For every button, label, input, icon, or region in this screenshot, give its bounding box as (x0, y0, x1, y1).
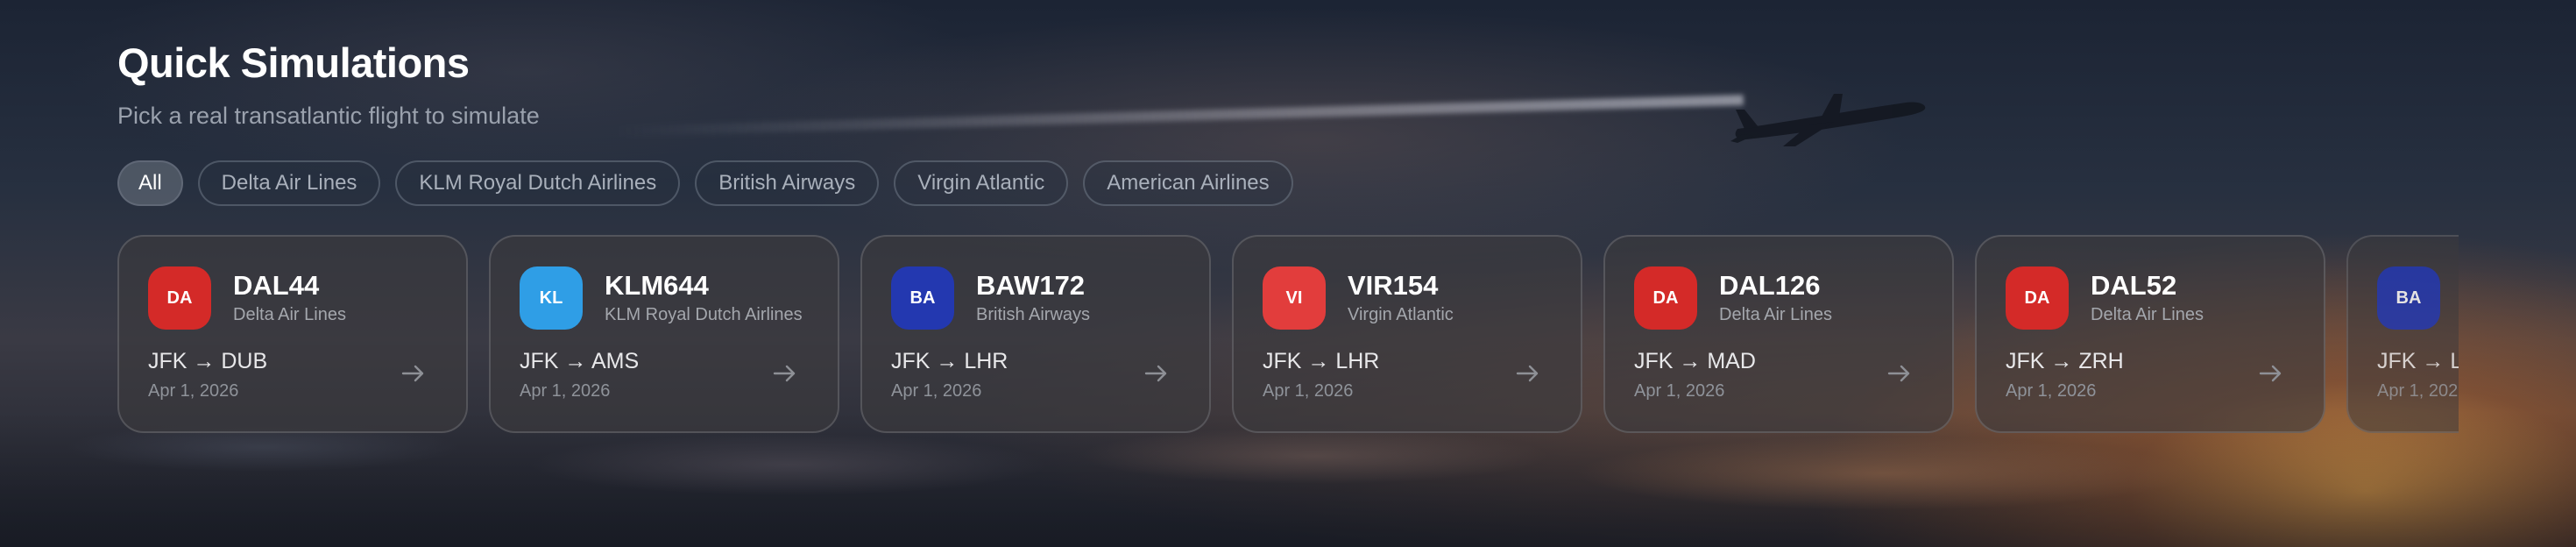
filter-chip-virgin-atlantic[interactable]: Virgin Atlantic (894, 160, 1069, 206)
flight-card-carousel[interactable]: DA DAL44 Delta Air Lines JFK → DUB Apr 1, 20… (117, 235, 2459, 433)
arrow-right-icon[interactable] (1141, 358, 1172, 389)
airline-logo-badge: DA (1634, 266, 1697, 330)
flight-route: JFK → MAD (1634, 349, 1756, 373)
airline-logo-badge: BA (891, 266, 954, 330)
arrow-right-icon[interactable] (1884, 358, 1915, 389)
flight-card[interactable]: DA DAL44 Delta Air Lines JFK → DUB Apr 1, 20… (117, 235, 468, 433)
flight-card[interactable]: DA DAL126 Delta Air Lines JFK → MAD Apr 1, 2… (1603, 235, 1954, 433)
flight-card[interactable]: KL KLM644 KLM Royal Dutch Airlines JFK → AM… (489, 235, 839, 433)
flight-number: DAL52 (2091, 270, 2177, 301)
airline-name: Delta Air Lines (2091, 305, 2204, 324)
flight-route: JFK → ZRH (2006, 349, 2124, 373)
airline-logo-badge: DA (2006, 266, 2069, 330)
contrail (613, 94, 1744, 138)
flight-route: JFK → DUB (148, 349, 268, 373)
airline-name: British Airways (976, 305, 1091, 324)
filter-chip-klm[interactable]: KLM Royal Dutch Airlines (395, 160, 681, 206)
section-header: Quick Simulations Pick a real transatlan… (117, 39, 540, 130)
flight-date: Apr 1, 2026 (520, 381, 611, 401)
filter-chip-delta[interactable]: Delta Air Lines (197, 160, 381, 206)
flight-card[interactable]: BA JFK → L Apr 1, 2026 (2346, 235, 2459, 433)
flight-route: JFK → LHR (1263, 349, 1380, 373)
flight-route: JFK → AMS (520, 349, 640, 373)
flight-number: VIR154 (1348, 270, 1439, 301)
airline-logo-badge: DA (148, 266, 211, 330)
flight-date: Apr 1, 2026 (891, 381, 982, 401)
flight-date: Apr 1, 2026 (2006, 381, 2097, 401)
page-title: Quick Simulations (117, 39, 470, 86)
page-subtitle: Pick a real transatlantic flight to simu… (117, 103, 540, 129)
flight-route: JFK → LHR (891, 349, 1008, 373)
filter-chip-all[interactable]: All (117, 160, 183, 206)
flight-number: BAW172 (976, 270, 1086, 301)
airline-name: Delta Air Lines (1719, 305, 1832, 324)
airline-filter-bar: All Delta Air Lines KLM Royal Dutch Airl… (117, 160, 1293, 206)
flight-route: JFK → L (2377, 349, 2459, 373)
airline-logo-badge: BA (2377, 266, 2440, 330)
filter-chip-british-airways[interactable]: British Airways (695, 160, 880, 206)
airline-name: Virgin Atlantic (1348, 305, 1454, 324)
flight-date: Apr 1, 2026 (2377, 381, 2459, 401)
filter-chip-american-airlines[interactable]: American Airlines (1083, 160, 1293, 206)
airplane-icon (1730, 94, 1926, 146)
flight-card[interactable]: BA BAW172 British Airways JFK → LHR Apr 1, 2… (860, 235, 1211, 433)
flight-number: DAL126 (1719, 270, 1821, 301)
airline-name: KLM Royal Dutch Airlines (605, 305, 803, 324)
airline-logo-badge: VI (1263, 266, 1326, 330)
arrow-right-icon[interactable] (769, 358, 801, 389)
flight-number: KLM644 (605, 270, 709, 301)
arrow-right-icon[interactable] (398, 358, 429, 389)
airline-logo-badge: KL (520, 266, 583, 330)
flight-date: Apr 1, 2026 (148, 381, 239, 401)
flight-card[interactable]: VI VIR154 Virgin Atlantic JFK → LHR Apr 1, 2… (1232, 235, 1582, 433)
arrow-right-icon[interactable] (2255, 358, 2287, 389)
flight-date: Apr 1, 2026 (1634, 381, 1725, 401)
arrow-right-icon[interactable] (1512, 358, 1544, 389)
flight-card[interactable]: DA DAL52 Delta Air Lines JFK → ZRH Apr 1, 20… (1975, 235, 2325, 433)
flight-number: DAL44 (233, 270, 320, 301)
airline-name: Delta Air Lines (233, 305, 346, 324)
flight-date: Apr 1, 2026 (1263, 381, 1354, 401)
